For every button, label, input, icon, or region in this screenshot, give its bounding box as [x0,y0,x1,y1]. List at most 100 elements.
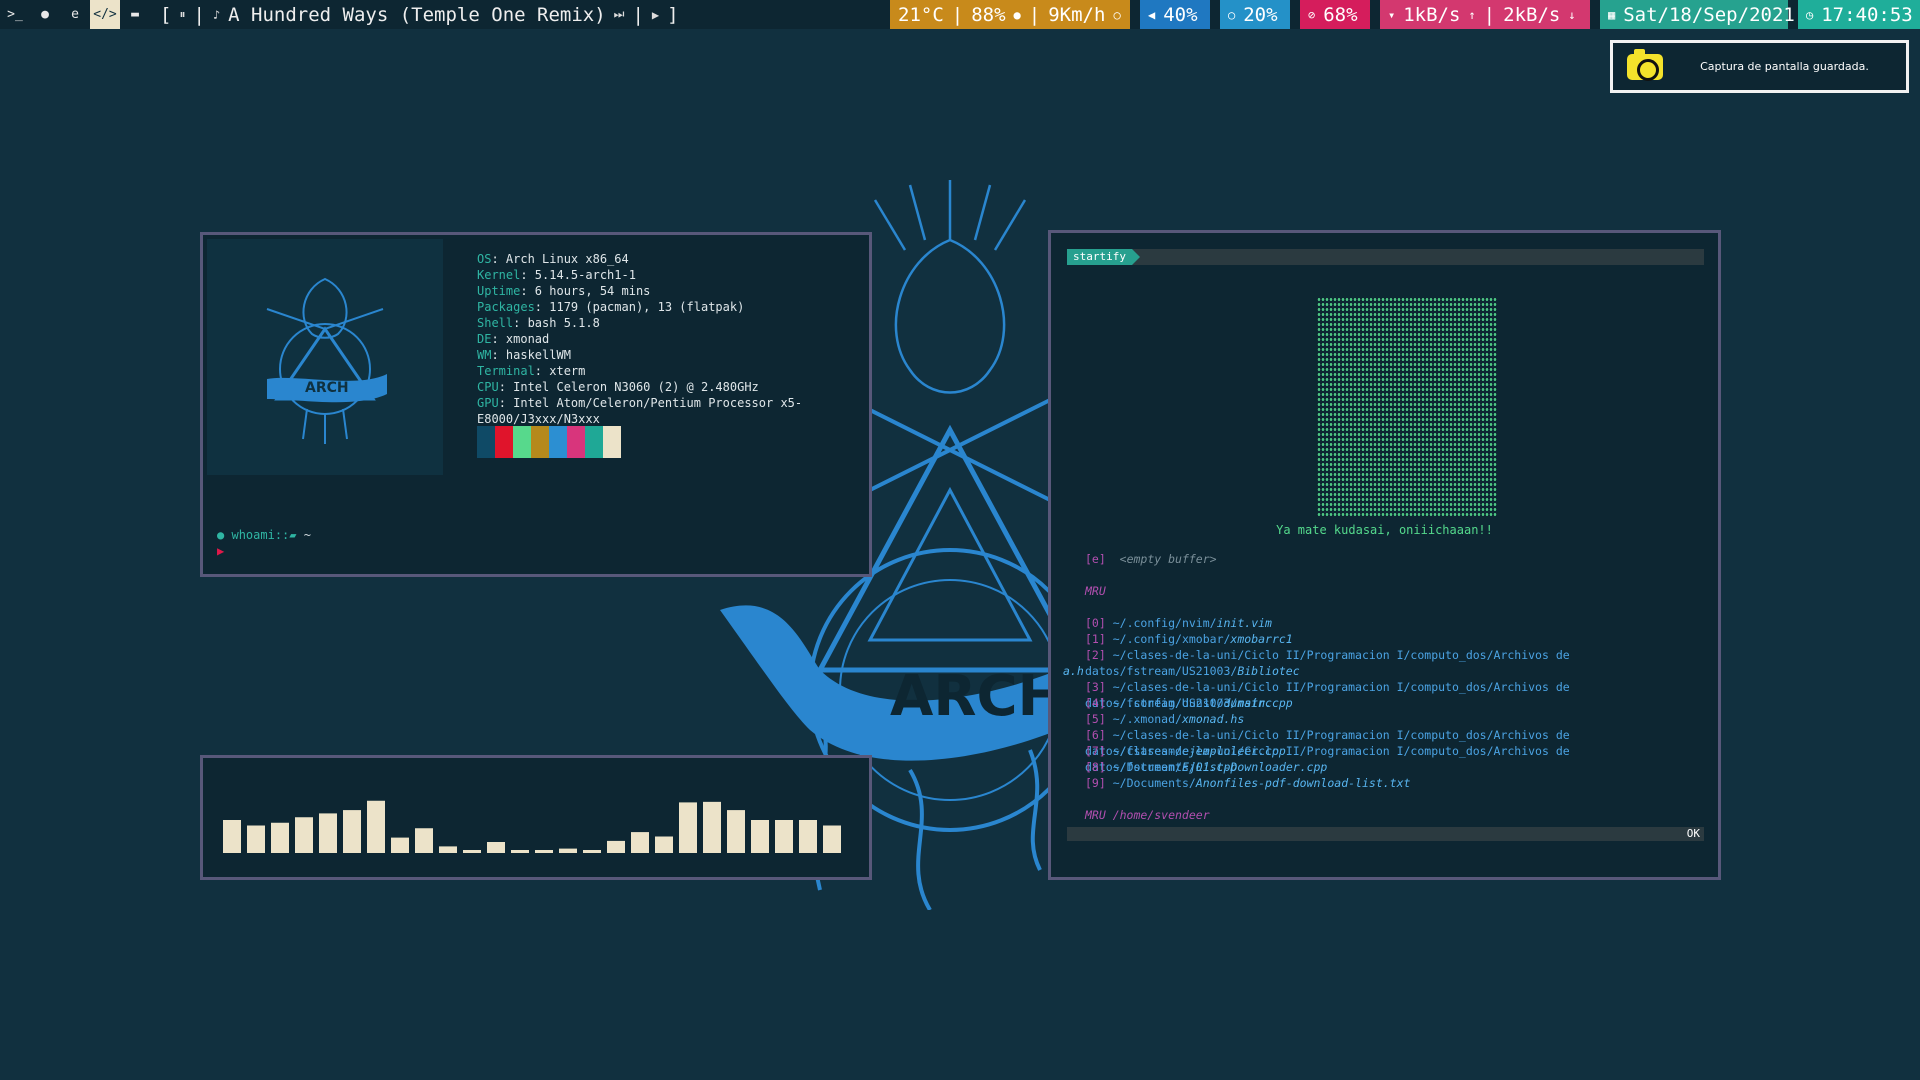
mru-path: ~/.config/dunst/ [1112,696,1224,710]
wifi-icon: ▾ [1388,7,1396,22]
play-icon[interactable]: ▶ [652,8,659,22]
now-playing[interactable]: [ ⏸ | ♪ A Hundred Ways (Temple One Remix… [160,4,679,26]
folder-icon[interactable]: ▬ [120,0,150,29]
mru-index: [8] [1085,760,1106,774]
folder-open-icon: ▰ [289,528,297,542]
visualizer-bar [391,837,409,853]
info-value: : haskellWM [491,348,571,362]
visualizer-bars [223,800,841,853]
visualizer-bar [535,850,553,853]
mru-item[interactable]: [8] ~/Documents/List-Downloader.cpp [1085,759,1327,775]
firefox-icon[interactable]: ● [30,0,60,29]
time-value: 17:40:53 [1821,3,1913,26]
pause-icon[interactable]: ⏸ [179,7,185,22]
info-value: : xmonad [491,332,550,346]
mru-index: [3] [1085,680,1106,694]
neofetch-terminal[interactable]: ARCH OS: Arch Linux x86_64 Kernel: 5.14.5… [200,232,872,577]
info-key: CPU [477,380,499,394]
user-icon: ● [217,528,225,542]
visualizer-bar [799,820,817,853]
color-swatch [477,426,495,458]
separator: | [632,3,644,26]
volume-module[interactable]: ◀ 40% [1140,0,1210,29]
net-down: 2kB/s [1503,3,1561,26]
neovim-window[interactable]: startify Ya mate kudasai, oniiichaaan!! … [1048,230,1721,880]
visualizer-bar [583,850,601,853]
empty-buffer-item[interactable]: [e] <empty buffer> [1085,551,1217,567]
status-ok: OK [1686,827,1700,840]
drop-icon: ● [1013,7,1021,22]
mru-item[interactable]: [5] ~/.xmonad/xmonad.hs [1085,711,1244,727]
info-line: WM: haskellWM [477,347,869,363]
terminal-icon[interactable]: >_ [0,0,30,29]
brightness-module[interactable]: ○ 20% [1220,0,1290,29]
mru-item[interactable]: [9] ~/Documents/Anonfiles-pdf-download-l… [1085,775,1410,791]
screenshot-notification[interactable]: Captura de pantalla guardada. [1610,40,1909,93]
mru-item[interactable]: [0] ~/.config/nvim/init.vim [1085,615,1272,631]
mru-item[interactable]: [4] ~/.config/dunst/dunstrc [1085,695,1272,711]
mru-item[interactable]: [1] ~/.config/xmobar/xmobarrc1 [1085,631,1293,647]
visualizer-bar [679,802,697,853]
info-value: : 1179 (pacman), 13 (flatpak) [534,300,745,314]
mru-file: xmonad.hs [1181,712,1245,726]
volume-value: 40% [1163,3,1198,26]
mru-path: ~/.config/xmobar/ [1112,632,1231,646]
visualizer-bar [271,822,289,853]
mru-file: Bibliotec [1237,664,1300,678]
mru-index: [1] [1085,632,1106,646]
bracket-open: [ [160,3,172,26]
info-line: GPU: Intel Atom/Celeron/Pentium Processo… [477,395,869,427]
shell-prompt[interactable]: ● whoami::▰ ~ ▶ [217,527,311,559]
separator: | [193,3,205,26]
status-bar: >_ ● e </> ▬ [ ⏸ | ♪ A Hundred Ways (Temple … [0,0,1920,29]
mru-header: MRU [1085,584,1106,598]
song-title: A Hundred Ways (Temple One Remix) [228,3,606,26]
arrow-up-icon: ↑ [1468,7,1476,22]
mru-index: [6] [1085,728,1106,742]
info-value: : Intel Atom/Celeron/Pentium Processor x… [477,396,803,426]
info-value: : 6 hours, 54 mins [520,284,651,298]
visualizer-bar [367,800,385,853]
weather-module: 21°C | 88% ● | 9Km/h ○ [890,0,1130,29]
edge-icon[interactable]: e [60,0,90,29]
visualizer-bar [343,810,361,853]
bracket-close: ] [667,3,679,26]
net-up: 1kB/s [1403,3,1461,26]
mru-index: [0] [1085,616,1106,630]
visualizer-bar [823,825,841,853]
svg-text:ARCH: ARCH [305,380,349,396]
music-icon: ♪ [212,7,221,22]
mru-index: [7] [1085,744,1106,758]
system-info: OS: Arch Linux x86_64 Kernel: 5.14.5-arch… [477,251,869,427]
mru-path: ~/Documents/ [1112,776,1196,790]
brightness-value: 20% [1243,3,1278,26]
wind-icon: ○ [1113,7,1121,22]
mru-file: Anonfiles-pdf-download-list.txt [1195,776,1411,790]
mru-file: List-Downloader.cpp [1195,760,1328,774]
visualizer-bar [487,842,505,853]
speaker-icon: ◀ [1148,7,1156,22]
visualizer-bar [463,850,481,853]
tab-startify[interactable]: startify [1067,249,1140,265]
color-palette [477,426,621,458]
visualizer-bar [607,840,625,853]
info-key: Uptime [477,284,521,298]
clock-icon: ◷ [1806,7,1814,22]
mru-item[interactable]: [2] ~/clases-de-la-uni/Ciclo II/Programa… [1085,647,1718,679]
mru-file: init.vim [1216,616,1272,630]
mru-file: dunstrc [1223,696,1272,710]
mru-index: [9] [1085,776,1106,790]
info-key: DE [477,332,492,346]
statusline [1067,827,1704,841]
info-line: Shell: bash 5.1.8 [477,315,869,331]
battery-value: 68% [1323,3,1358,26]
info-value: : 5.14.5-arch1-1 [520,268,636,282]
visualizer-bar [727,810,745,853]
next-icon[interactable]: ⏭ [614,7,625,22]
info-key: OS [477,252,492,266]
mru-item[interactable]: a.h [1063,663,1084,679]
info-key: Kernel [477,268,521,282]
visualizer-bar [559,848,577,853]
code-icon[interactable]: </> [90,0,120,29]
visualizer-bar [295,817,313,853]
